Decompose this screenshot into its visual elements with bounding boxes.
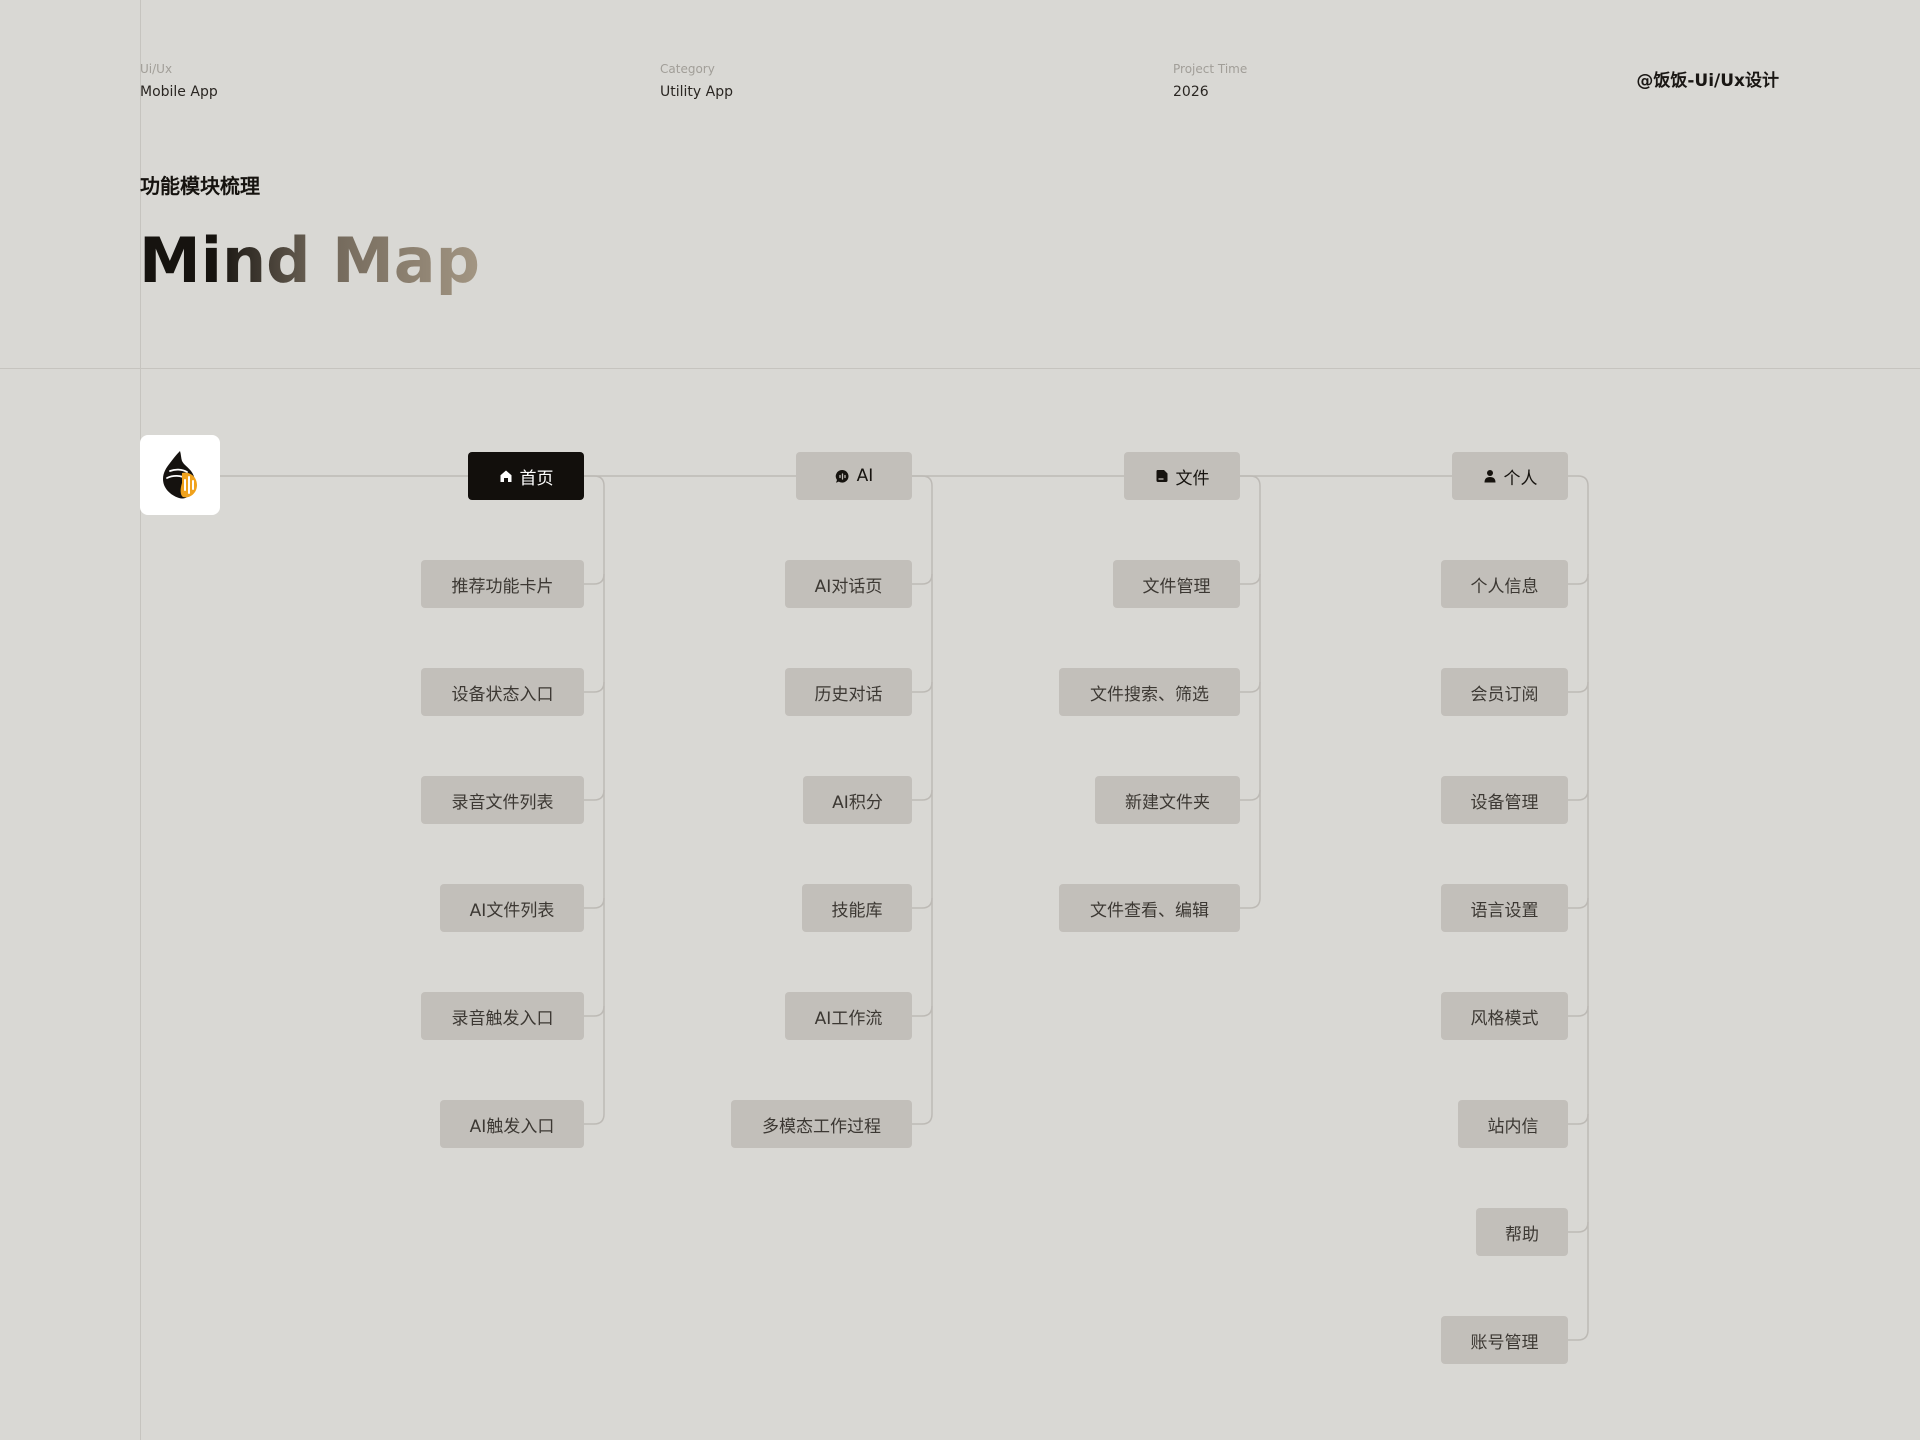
child-connector-profile-7 (1568, 1221, 1589, 1233)
child-connector-home-2 (584, 681, 605, 693)
author-handle: @饭饭-Ui/Ux设计 (1636, 71, 1779, 91)
node-profile-inbox: 站内信 (1458, 1100, 1568, 1148)
title-part-map: Map (332, 224, 480, 297)
child-connector-ai-4 (912, 897, 933, 909)
spine-connector-home (584, 475, 605, 1114)
branch-files-label: 文件 (1175, 468, 1210, 489)
conch-shell-logo-icon (163, 451, 197, 499)
chat-ai-icon (835, 469, 849, 483)
meta-value-platform: Mobile App (140, 84, 218, 100)
meta-label-category: Category (660, 62, 715, 76)
child-connector-files-4 (1240, 897, 1261, 909)
node-profile-help: 帮助 (1476, 1208, 1568, 1256)
child-connector-ai-2 (912, 681, 933, 693)
branch-files: 文件 (1124, 452, 1240, 500)
child-connector-home-4 (584, 897, 605, 909)
node-profile-info: 个人信息 (1441, 560, 1568, 608)
node-profile-language: 语言设置 (1441, 884, 1568, 932)
child-connector-ai-5 (912, 1005, 933, 1017)
child-connector-profile-6 (1568, 1113, 1589, 1125)
spine-connector-profile (1568, 475, 1589, 1330)
child-connector-ai-3 (912, 789, 933, 801)
child-connector-home-5 (584, 1005, 605, 1017)
node-ai-history: 历史对话 (785, 668, 912, 716)
node-profile-theme: 风格模式 (1441, 992, 1568, 1040)
child-connector-home-3 (584, 789, 605, 801)
spine-connector-ai (912, 475, 933, 1114)
child-connector-home-1 (584, 573, 605, 585)
node-ai-chat-page: AI对话页 (785, 560, 912, 608)
node-home-recommend-cards: 推荐功能卡片 (421, 560, 584, 608)
child-connector-files-3 (1240, 789, 1261, 801)
node-home-record-trigger: 录音触发入口 (421, 992, 584, 1040)
node-home-device-status: 设备状态入口 (421, 668, 584, 716)
node-home-ai-file-list: AI文件列表 (440, 884, 584, 932)
meta-label-project-time: Project Time (1173, 62, 1248, 76)
branch-ai: AI (796, 452, 912, 500)
child-connector-profile-3 (1568, 789, 1589, 801)
node-profile-membership: 会员订阅 (1441, 668, 1568, 716)
child-connector-home-6 (584, 1113, 605, 1125)
branch-home-label: 首页 (519, 468, 554, 489)
root-app-logo (140, 435, 220, 515)
child-connector-profile-4 (1568, 897, 1589, 909)
child-connector-ai-1 (912, 573, 933, 585)
child-connector-ai-6 (912, 1113, 933, 1125)
child-connector-profile-1 (1568, 573, 1589, 585)
node-files-manage: 文件管理 (1113, 560, 1240, 608)
meta-value-category: Utility App (660, 84, 733, 100)
file-icon (1156, 470, 1167, 482)
node-home-ai-trigger: AI触发入口 (440, 1100, 584, 1148)
child-connector-files-1 (1240, 573, 1261, 585)
page-title: Mind Map (139, 225, 480, 297)
child-connector-profile-2 (1568, 681, 1589, 693)
user-icon (1484, 470, 1495, 483)
title-part-mind: Mind (139, 224, 333, 297)
node-profile-devices: 设备管理 (1441, 776, 1568, 824)
node-home-recording-list: 录音文件列表 (421, 776, 584, 824)
branch-profile-label: 个人 (1503, 468, 1538, 489)
vertical-guide-line (140, 0, 141, 1440)
meta-value-project-time: 2026 (1173, 84, 1209, 100)
horizontal-divider (0, 368, 1920, 369)
branch-profile: 个人 (1452, 452, 1568, 500)
node-files-view-edit: 文件查看、编辑 (1059, 884, 1240, 932)
branch-ai-label: AI (856, 466, 874, 486)
home-icon (500, 470, 511, 482)
node-ai-workflow: AI工作流 (785, 992, 912, 1040)
branch-home: 首页 (468, 452, 584, 500)
mind-map-connectors (220, 475, 1589, 1341)
meta-label-uiux: Ui/Ux (140, 62, 173, 76)
page-subtitle: 功能模块梳理 (140, 174, 260, 198)
node-ai-points: AI积分 (803, 776, 912, 824)
node-files-search-filter: 文件搜索、筛选 (1059, 668, 1240, 716)
child-connector-profile-5 (1568, 1005, 1589, 1017)
node-ai-skills: 技能库 (802, 884, 912, 932)
spine-connector-files (1240, 475, 1261, 898)
node-profile-account: 账号管理 (1441, 1316, 1568, 1364)
child-connector-files-2 (1240, 681, 1261, 693)
child-connector-profile-8 (1568, 1329, 1589, 1341)
node-files-new-folder: 新建文件夹 (1095, 776, 1240, 824)
node-ai-multimodal: 多模态工作过程 (731, 1100, 912, 1148)
